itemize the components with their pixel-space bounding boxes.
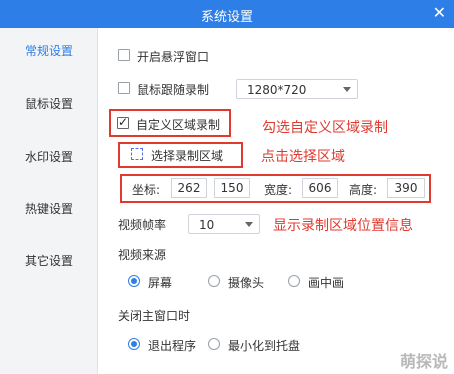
- sidebar-item-general[interactable]: 常规设置: [0, 42, 98, 59]
- follow-mouse-label: 鼠标跟随录制: [137, 83, 210, 97]
- exit-program-label: 退出程序: [148, 339, 197, 353]
- sidebar-item-other[interactable]: 其它设置: [0, 252, 98, 269]
- annotation-check-custom: 勾选自定义区域录制: [262, 120, 388, 136]
- minimize-tray-label: 最小化到托盘: [228, 339, 301, 353]
- frame-rate-select[interactable]: 10: [188, 214, 260, 234]
- window-title: 系统设置: [200, 10, 253, 25]
- source-screen-label: 屏幕: [148, 276, 173, 290]
- source-camera-radio[interactable]: [208, 275, 220, 287]
- chevron-down-icon: [245, 222, 253, 227]
- width-label: 宽度:: [264, 183, 293, 197]
- sidebar-item-watermark[interactable]: 水印设置: [0, 148, 98, 165]
- select-region-icon: [131, 148, 143, 160]
- custom-region-checkbox[interactable]: [117, 115, 129, 129]
- source-pip-radio[interactable]: [288, 275, 300, 287]
- frame-rate-value: 10: [199, 218, 215, 232]
- frame-rate-label: 视频帧率: [118, 218, 167, 232]
- watermark-text: 萌探说: [399, 352, 448, 371]
- height-input[interactable]: 390: [387, 178, 425, 198]
- resolution-select[interactable]: 1280*720: [236, 79, 358, 99]
- minimize-tray-radio[interactable]: [208, 338, 220, 350]
- close-main-label: 关闭主窗口时: [118, 309, 191, 323]
- annotation-click-select: 点击选择区域: [261, 149, 345, 165]
- close-icon[interactable]: ✕: [433, 4, 446, 22]
- x-input[interactable]: 262: [171, 178, 207, 198]
- video-source-label: 视频来源: [118, 248, 167, 262]
- sidebar: 常规设置 鼠标设置 水印设置 热键设置 其它设置: [0, 28, 98, 374]
- select-region-button[interactable]: 选择录制区域: [151, 147, 223, 164]
- width-input[interactable]: 606: [302, 178, 338, 198]
- exit-program-radio[interactable]: [128, 338, 140, 350]
- source-screen-radio[interactable]: [128, 275, 140, 287]
- floating-window-label: 开启悬浮窗口: [137, 50, 210, 64]
- sidebar-item-hotkey[interactable]: 热键设置: [0, 200, 98, 217]
- y-input[interactable]: 150: [214, 178, 250, 198]
- height-label: 高度:: [349, 183, 378, 197]
- resolution-value: 1280*720: [247, 83, 307, 97]
- annotation-show-info: 显示录制区域位置信息: [273, 218, 413, 234]
- coord-label: 坐标:: [132, 183, 161, 197]
- custom-region-label: 自定义区域录制: [136, 118, 221, 132]
- floating-window-checkbox[interactable]: [118, 49, 130, 61]
- sidebar-item-mouse[interactable]: 鼠标设置: [0, 95, 98, 112]
- title-bar: 系统设置 ✕: [0, 0, 454, 28]
- chevron-down-icon: [343, 87, 351, 92]
- follow-mouse-checkbox[interactable]: [118, 82, 130, 94]
- source-camera-label: 摄像头: [228, 276, 265, 290]
- source-pip-label: 画中画: [308, 276, 345, 290]
